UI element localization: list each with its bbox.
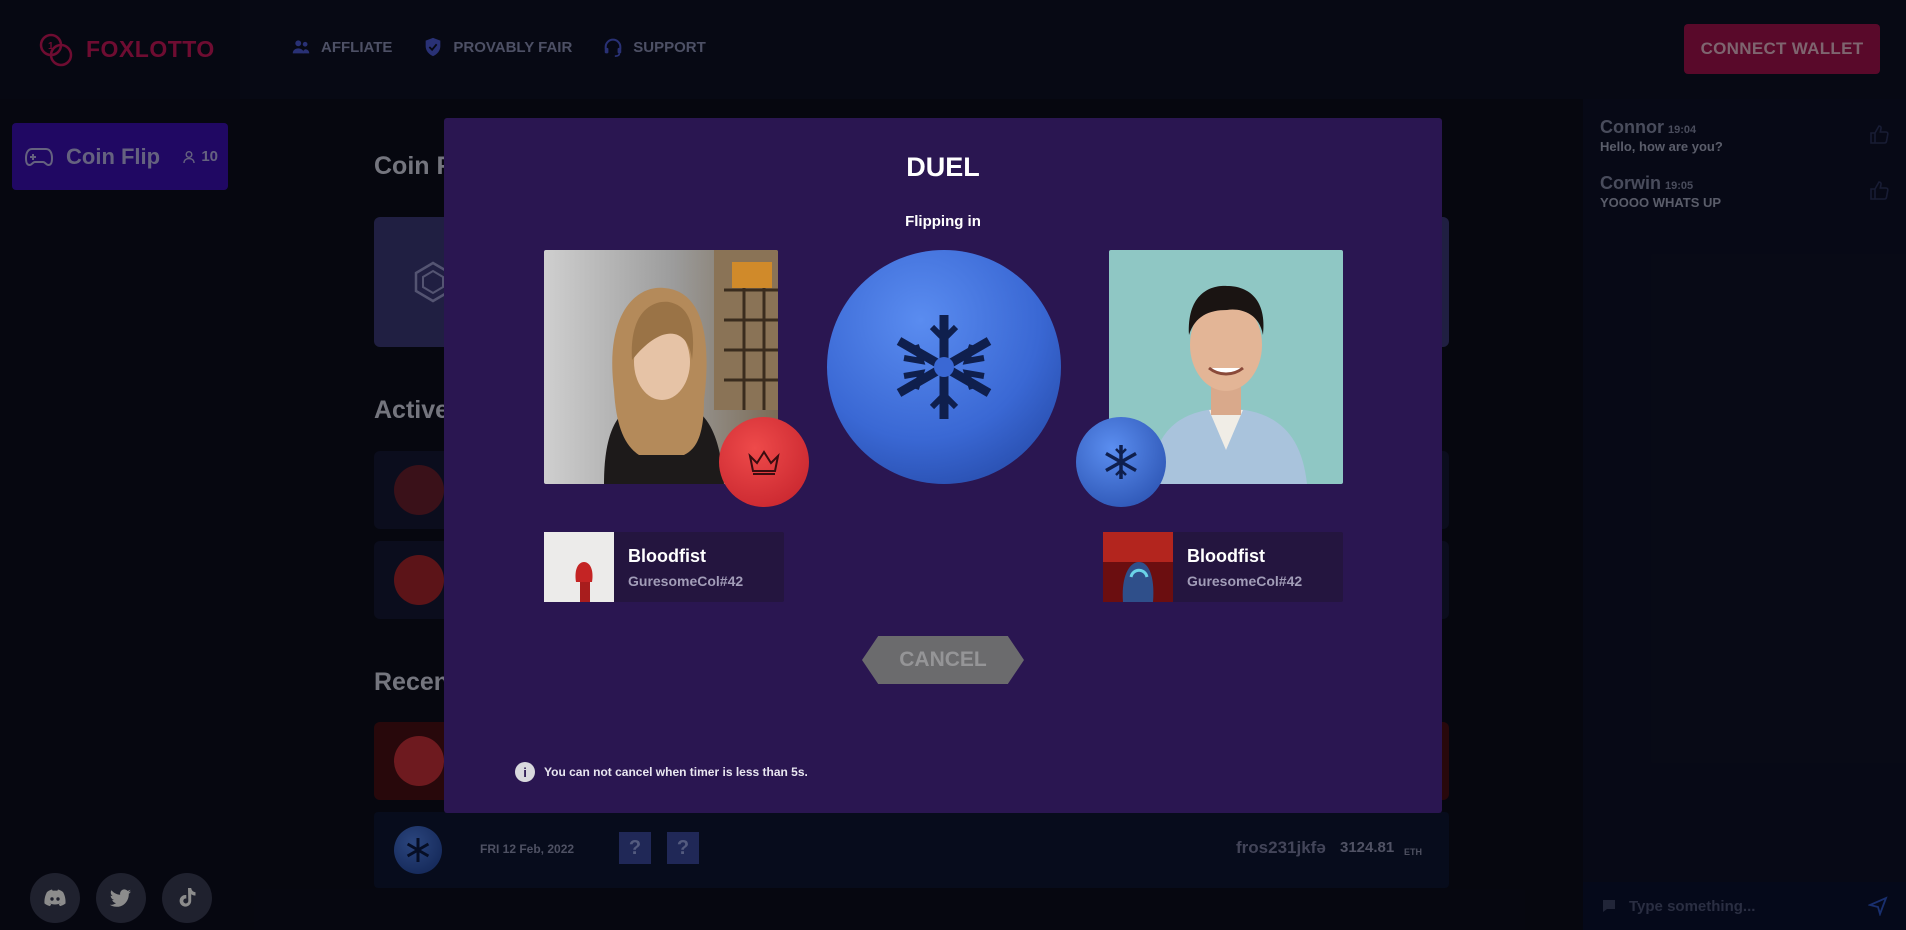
nft-thumbnail-image [1103, 532, 1173, 602]
flipping-coin [827, 250, 1061, 484]
right-player-card[interactable]: Bloodfist GuresomeCol#42 [1103, 532, 1343, 602]
crown-side-badge [719, 417, 809, 507]
modal-title: DUEL [906, 152, 980, 182]
crown-icon [748, 450, 780, 475]
player-name: Bloodfist [1187, 545, 1265, 566]
flip-countdown-label: Flipping in [905, 213, 981, 230]
duel-modal: DUEL Flipping in Bloodfist GuresomeCol#4… [444, 118, 1442, 813]
player-tag: GuresomeCol#42 [1187, 572, 1303, 589]
cancel-button[interactable]: CANCEL [862, 636, 1024, 684]
player-avatar [1103, 532, 1173, 602]
player-tag: GuresomeCol#42 [628, 572, 744, 589]
player-name: Bloodfist [628, 545, 706, 566]
snowflake-icon [1105, 445, 1137, 479]
snowflake-side-badge [1076, 417, 1166, 507]
cancel-notice: i You can not cancel when timer is less … [515, 762, 808, 782]
nft-thumbnail-image [544, 532, 614, 602]
snowflake-icon [896, 315, 992, 419]
info-icon: i [515, 762, 535, 782]
cancel-notice-text: You can not cancel when timer is less th… [544, 765, 808, 779]
left-player-card[interactable]: Bloodfist GuresomeCol#42 [544, 532, 784, 602]
player-avatar [544, 532, 614, 602]
